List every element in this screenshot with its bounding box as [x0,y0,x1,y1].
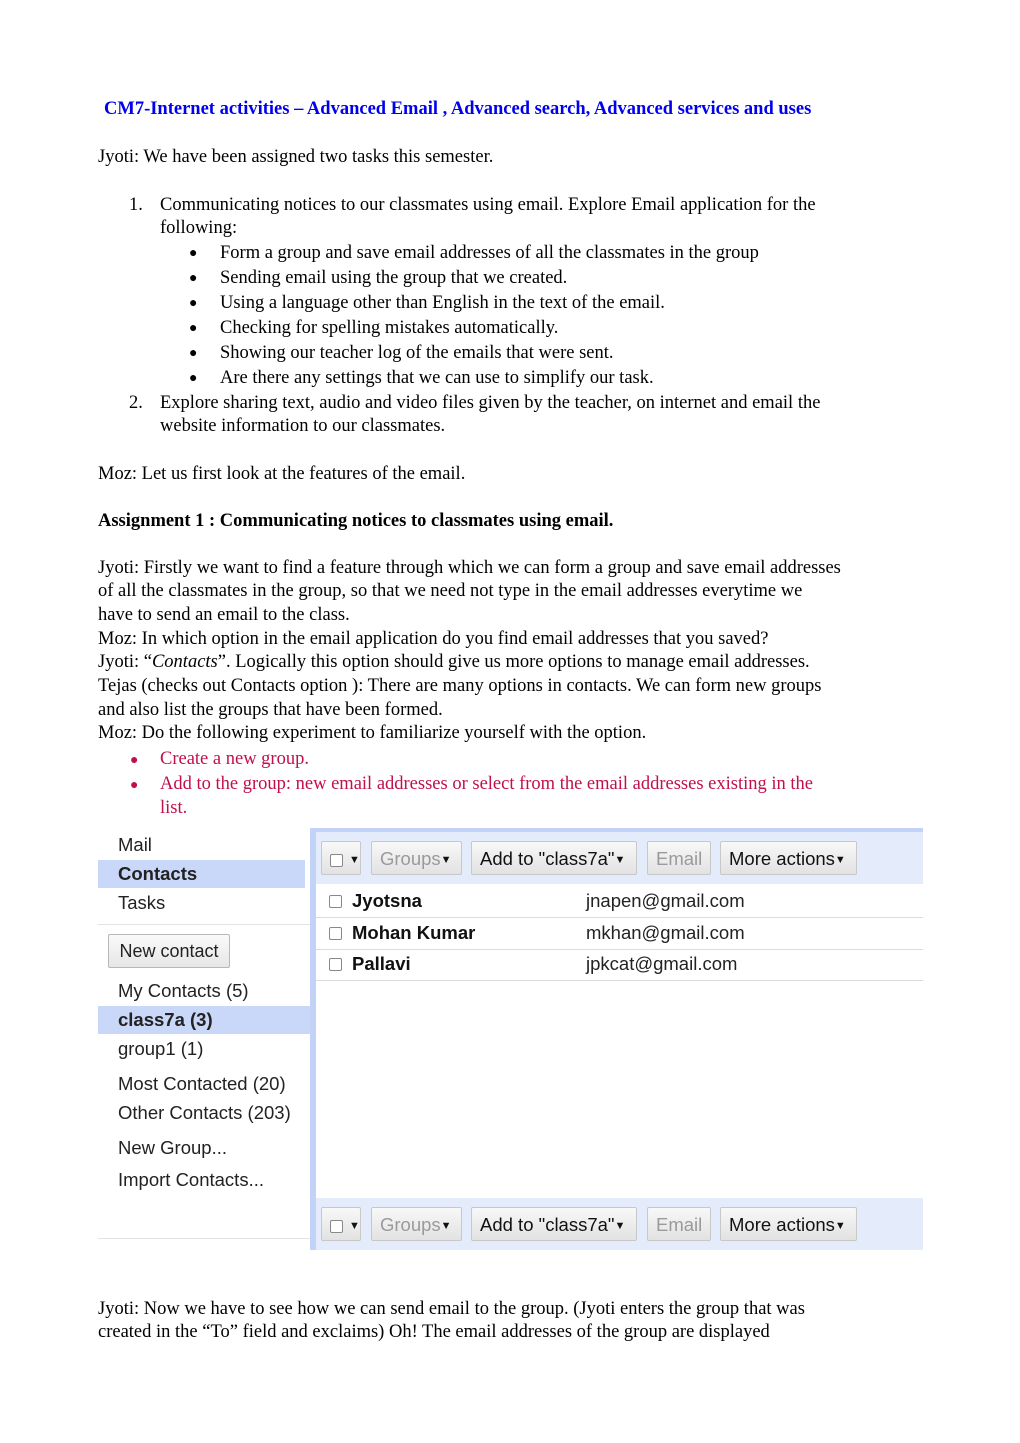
new-contact-button[interactable]: New contact [108,934,230,968]
checkbox-icon [330,853,343,867]
contact-row[interactable]: Mohan Kumar mkhan@gmail.com [316,918,923,950]
contact-row[interactable]: Jyotsna jnapen@gmail.com [316,886,923,918]
moz-intro: Moz: Let us first look at the features o… [98,464,466,484]
dropdown-arrow-icon: ▼ [834,854,846,867]
contacts-prefix: Jyoti: “ [98,652,152,672]
dropdown-arrow-icon: ▼ [440,1220,452,1233]
list-item: Sending email using the group that we cr… [220,268,568,288]
dialogue-line: have to send an email to the class. [98,605,350,625]
row-checkbox[interactable] [329,927,342,940]
task-text: Communicating notices to our classmates … [160,195,816,215]
contacts-sidebar: Mail Contacts Tasks New contact My Conta… [98,828,310,1250]
bullet-icon: ● [189,321,198,336]
dropdown-arrow-icon: ▼ [440,854,452,867]
list-item: Are there any settings that we can use t… [220,368,654,388]
closing-line: Jyoti: Now we have to see how we can sen… [98,1299,805,1319]
dialogue-line: Moz: In which option in the email applic… [98,629,769,649]
nav-mail[interactable]: Mail [118,834,152,856]
more-actions-label: More actions [729,1214,835,1235]
nav-contacts[interactable]: Contacts [118,863,197,885]
email-button[interactable]: Email [647,841,711,875]
list-item: Using a language other than English in t… [220,293,665,313]
dialogue-line: and also list the groups that have been … [98,700,443,720]
dropdown-arrow-icon: ▼ [834,1220,846,1233]
contact-name: Jyotsna [352,890,422,911]
nav-tasks[interactable]: Tasks [118,892,165,914]
email-button[interactable]: Email [647,1207,711,1241]
list-item: list. [160,798,188,818]
closing-line: created in the “To” field and exclaims) … [98,1322,770,1342]
toolbar-top: ▼ Groups▼ Add to "class7a"▼ Email More a… [316,828,923,884]
dialogue-line: Jyoti: “Contacts”. Logically this option… [98,651,810,675]
dropdown-arrow-icon: ▼ [614,1220,626,1233]
list-item: Showing our teacher log of the emails th… [220,343,614,363]
task-text: website information to our classmates. [160,416,446,436]
checkbox-icon [330,1219,343,1233]
more-actions-label: More actions [729,848,835,869]
groups-label: Groups [380,848,441,869]
list-item: Create a new group. [160,749,309,769]
contacts-screenshot: Mail Contacts Tasks New contact My Conta… [98,828,923,1250]
contact-row[interactable]: Pallavi jpkcat@gmail.com [316,949,923,981]
bullet-icon: ● [189,296,198,311]
contacts-suffix: ”. Logically this option should give us … [217,652,810,672]
group-other-contacts[interactable]: Other Contacts (203) [118,1102,291,1124]
group-group1[interactable]: group1 (1) [118,1038,203,1060]
groups-button[interactable]: Groups▼ [371,1207,462,1241]
contact-email: jpkcat@gmail.com [586,953,738,974]
bullet-icon: ● [189,271,198,286]
bullet-icon: ● [189,371,198,386]
list-item: Form a group and save email addresses of… [220,243,759,263]
group-most-contacted[interactable]: Most Contacted (20) [118,1073,286,1095]
new-group-link[interactable]: New Group... [118,1137,227,1159]
divider [98,1238,310,1239]
dialogue-line: Moz: Do the following experiment to fami… [98,723,647,743]
assignment-heading: Assignment 1 : Communicating notices to … [98,511,614,531]
contact-name: Pallavi [352,953,411,974]
more-actions-button[interactable]: More actions▼ [720,1207,857,1241]
dialogue-line: Jyoti: Firstly we want to find a feature… [98,558,841,578]
intro-text: Jyoti: We have been assigned two tasks t… [98,147,494,167]
select-checkbox-dropdown[interactable]: ▼ [321,1207,361,1241]
document-title: CM7-Internet activities – Advanced Email… [104,99,812,119]
contact-email: jnapen@gmail.com [586,890,745,911]
group-my-contacts[interactable]: My Contacts (5) [118,980,249,1002]
import-contacts-link[interactable]: Import Contacts... [118,1169,264,1191]
dialogue-line: of all the classmates in the group, so t… [98,581,803,601]
dropdown-arrow-icon: ▼ [614,854,626,867]
add-to-group-button[interactable]: Add to "class7a"▼ [471,841,637,875]
task-text: following: [160,218,238,238]
groups-button[interactable]: Groups▼ [371,841,462,875]
task-number: 2. [129,393,143,413]
task-text: Explore sharing text, audio and video fi… [160,393,821,413]
divider [98,924,310,925]
select-checkbox-dropdown[interactable]: ▼ [321,841,361,875]
bullet-icon: ● [130,753,139,768]
list-item: Checking for spelling mistakes automatic… [220,318,559,338]
list-item: Add to the group: new email addresses or… [160,774,813,794]
contacts-italic: Contacts [151,652,218,672]
row-checkbox[interactable] [329,895,342,908]
add-to-label: Add to "class7a" [480,1214,615,1235]
dialogue-line: Tejas (checks out Contacts option ): The… [98,676,822,696]
toolbar-bottom: ▼ Groups▼ Add to "class7a"▼ Email More a… [316,1198,923,1250]
dropdown-arrow-icon: ▼ [349,1220,360,1233]
row-checkbox[interactable] [329,958,342,971]
task-number: 1. [129,195,143,215]
dropdown-arrow-icon: ▼ [349,854,360,867]
bullet-icon: ● [189,246,198,261]
add-to-group-button[interactable]: Add to "class7a"▼ [471,1207,637,1241]
contact-name: Mohan Kumar [352,922,476,943]
bullet-icon: ● [130,778,139,793]
contacts-main-panel: ▼ Groups▼ Add to "class7a"▼ Email More a… [316,828,923,1250]
contact-email: mkhan@gmail.com [586,922,745,943]
more-actions-button[interactable]: More actions▼ [720,841,857,875]
groups-label: Groups [380,1214,441,1235]
bullet-icon: ● [189,346,198,361]
add-to-label: Add to "class7a" [480,848,615,869]
group-class7a[interactable]: class7a (3) [118,1009,213,1031]
